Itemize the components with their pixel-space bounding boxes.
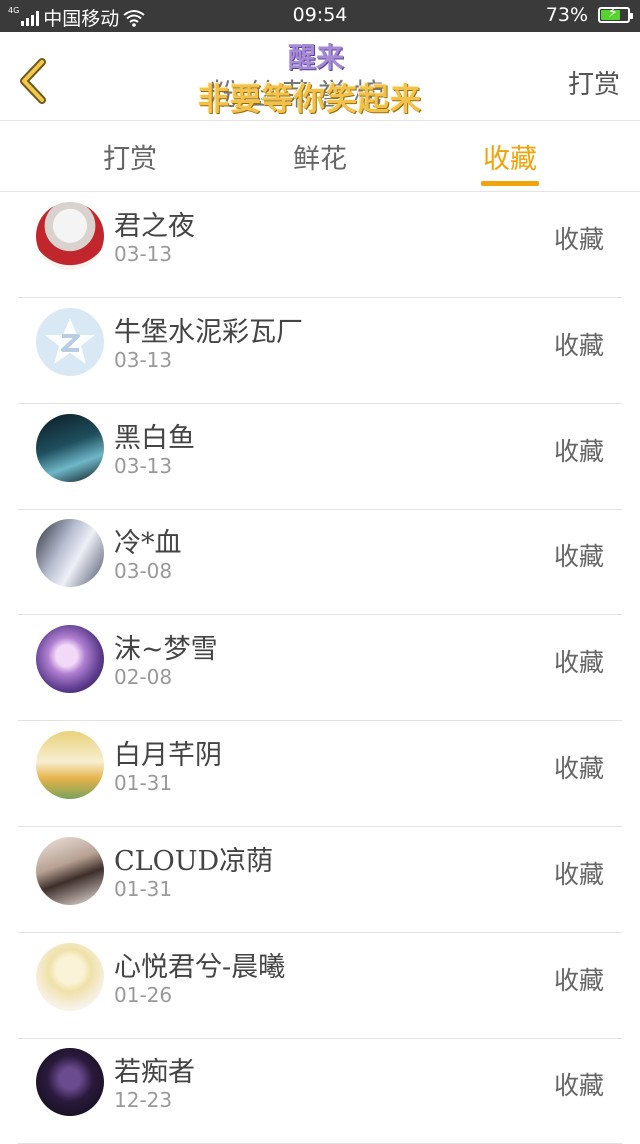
action-label: 收藏 [553, 1071, 604, 1101]
action-label: 收藏 [553, 330, 604, 360]
avatar[interactable] [36, 202, 104, 270]
favorite-date: 12-23 [114, 1088, 173, 1113]
list-item[interactable]: 若痴者 12-23 收藏 [18, 1038, 622, 1144]
charging-bolt-icon: ⚡ [608, 5, 618, 21]
list-item[interactable]: 冷*血 03-08 收藏 [18, 509, 622, 616]
avatar[interactable] [36, 942, 104, 1011]
status-right: 73% ⚡ [545, 4, 633, 26]
avatar[interactable] [36, 307, 104, 376]
page-title-area: 粉丝荣誉榜 醒来 非要等你笑起来 [170, 36, 470, 118]
favorite-date: 01-31 [114, 876, 173, 901]
list-item[interactable]: 心悦君兮-晨曦 01-26 收藏 [18, 933, 622, 1039]
avatar[interactable] [36, 625, 104, 694]
favorite-date: 03-08 [114, 559, 173, 584]
battery-icon: ⚡ [598, 5, 633, 23]
favorite-date: 03-13 [114, 347, 173, 372]
tab-bar: 打赏 鲜花 收藏 [0, 121, 640, 192]
active-tab-indicator [481, 181, 539, 186]
user-name: 白月芊阴 [114, 740, 222, 771]
tab-reward[interactable]: 打赏 [70, 137, 190, 176]
action-label: 收藏 [553, 225, 604, 254]
status-bar: 4G 中国移动 09:54 73% ⚡ [0, 0, 640, 32]
user-name: 若痴者 [114, 1057, 195, 1089]
user-name: 冷*血 [114, 528, 182, 560]
list-item[interactable]: 牛堡水泥彩瓦厂 03-13 收藏 [18, 298, 622, 404]
avatar[interactable] [36, 1048, 104, 1117]
avatar[interactable] [36, 519, 104, 588]
back-button[interactable] [14, 56, 54, 106]
avatar[interactable] [36, 836, 104, 905]
user-name: 牛堡水泥彩瓦厂 [114, 316, 303, 348]
user-name: 黑白鱼 [114, 422, 195, 454]
user-name: 沫~梦雪 [114, 634, 218, 666]
user-name: CLOUD凉荫 [114, 845, 274, 877]
action-label: 收藏 [553, 859, 604, 889]
avatar[interactable] [36, 413, 104, 482]
action-label: 收藏 [553, 754, 604, 783]
favorite-date: 01-31 [114, 771, 173, 795]
action-label: 收藏 [553, 542, 604, 572]
reward-button[interactable]: 打赏 [568, 64, 620, 101]
avatar[interactable] [36, 731, 104, 799]
tab-flowers[interactable]: 鲜花 [260, 137, 380, 176]
list-item[interactable]: 白月芊阴 01-31 收藏 [18, 721, 622, 827]
action-label: 收藏 [553, 436, 604, 466]
list-item[interactable]: 君之夜 03-13 收藏 [18, 192, 622, 298]
action-label: 收藏 [553, 965, 604, 995]
favorite-date: 02-08 [114, 665, 173, 690]
favorite-date: 03-13 [114, 453, 173, 478]
tab-favorites[interactable]: 收藏 [450, 137, 570, 176]
default-avatar-star-icon [45, 317, 95, 364]
list-item[interactable]: CLOUD凉荫 01-31 收藏 [18, 827, 622, 933]
chevron-left-icon [20, 58, 46, 104]
user-name: 心悦君兮-晨曦 [114, 951, 286, 983]
favorite-date: 01-26 [114, 982, 173, 1007]
list-item[interactable]: 沫~梦雪 02-08 收藏 [18, 615, 622, 722]
user-name: 君之夜 [114, 211, 195, 242]
battery-percent: 73% [545, 4, 588, 26]
nav-header: 粉丝荣誉榜 醒来 非要等你笑起来 打赏 [0, 32, 640, 121]
status-time: 09:54 [292, 4, 348, 26]
action-label: 收藏 [553, 648, 604, 678]
favorite-date: 03-13 [114, 242, 173, 266]
sticker-text-main: 非要等你笑起来 [198, 82, 422, 118]
list-item[interactable]: 黑白鱼 03-13 收藏 [18, 404, 622, 510]
sticker-text-top: 醒来 [288, 41, 345, 74]
